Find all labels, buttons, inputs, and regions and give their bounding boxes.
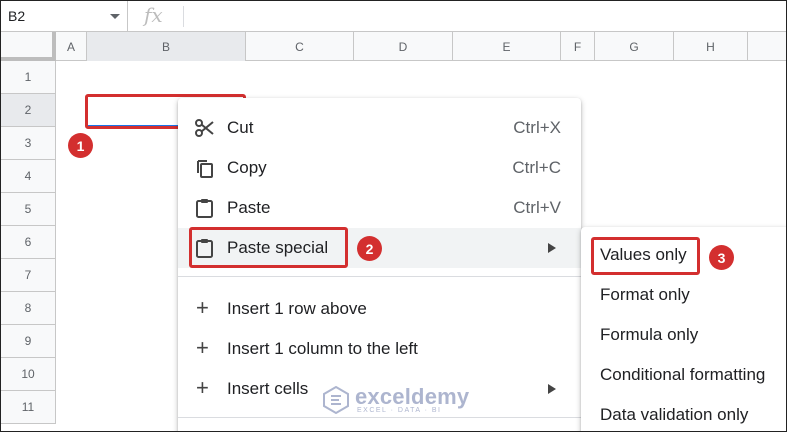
row-header-10[interactable]: 10 [1, 358, 56, 391]
menu-item-label: Copy [227, 158, 267, 177]
submenu-item-label: Format only [600, 285, 690, 304]
submenu-item-format-only[interactable]: Format only [581, 275, 786, 315]
step-3-highlight-box [591, 237, 700, 275]
plus-icon: + [196, 295, 209, 320]
spreadsheet-window: B2 fx A B C D E F G H 1 2 3 4 5 6 7 8 9 … [0, 0, 787, 432]
submenu-item-label: Formula only [600, 325, 699, 344]
submenu-item-label: Data validation only [600, 405, 749, 424]
row-header-6[interactable]: 6 [1, 226, 56, 259]
copy-icon [197, 160, 213, 178]
column-header-a[interactable]: A [56, 32, 87, 61]
formula-divider [183, 6, 184, 27]
plus-icon: + [196, 335, 209, 360]
scissors-icon [195, 119, 214, 137]
exceldemy-watermark: exceldemy EXCEL · DATA · BI [319, 383, 469, 417]
name-box-value: B2 [8, 8, 26, 24]
step-2-badge: 2 [357, 236, 382, 261]
row-header-1[interactable]: 1 [1, 61, 56, 94]
step-3-badge: 3 [709, 245, 734, 270]
row-header-9[interactable]: 9 [1, 325, 56, 358]
menu-item-label: Cut [227, 118, 254, 137]
column-header-row: A B C D E F G H [1, 32, 786, 61]
row-header-8[interactable]: 8 [1, 292, 56, 325]
plus-icon: + [196, 375, 209, 400]
menu-item-shortcut: Ctrl+C [512, 158, 561, 177]
watermark-tagline: EXCEL · DATA · BI [357, 407, 442, 414]
column-header-c[interactable]: C [246, 32, 354, 61]
row-header-3[interactable]: 3 [1, 127, 56, 160]
column-header-b[interactable]: B [87, 32, 246, 61]
menu-item-copy[interactable]: Copy Ctrl+C [178, 148, 581, 188]
row-header-4[interactable]: 4 [1, 160, 56, 193]
column-header-f[interactable]: F [561, 32, 595, 61]
submenu-arrow-icon [548, 384, 556, 394]
column-header-h[interactable]: H [674, 32, 748, 61]
menu-separator [178, 417, 581, 418]
submenu-item-label: Conditional formatting [600, 365, 766, 384]
row-header-2[interactable]: 2 [1, 94, 56, 127]
menu-separator [178, 276, 581, 277]
column-header-next[interactable] [748, 32, 786, 61]
submenu-item-formula-only[interactable]: Formula only [581, 315, 786, 355]
step-2-highlight-box [189, 227, 348, 268]
formula-bar: B2 fx [1, 1, 786, 32]
name-box[interactable]: B2 [1, 1, 128, 32]
submenu-item-data-validation-only[interactable]: Data validation only [581, 395, 786, 431]
menu-item-shortcut: Ctrl+V [513, 198, 561, 217]
menu-item-label: Insert 1 column to the left [227, 339, 418, 358]
submenu-item-conditional-formatting[interactable]: Conditional formatting [581, 355, 786, 395]
exceldemy-logo-icon [323, 386, 349, 414]
menu-item-label: Insert cells [227, 379, 309, 398]
row-header-5[interactable]: 5 [1, 193, 56, 226]
row-header-11[interactable]: 11 [1, 391, 56, 424]
clipboard-icon [196, 199, 213, 218]
row-header-7[interactable]: 7 [1, 259, 56, 292]
chevron-down-icon[interactable] [110, 14, 120, 19]
menu-item-insert-row-above[interactable]: + Insert 1 row above [178, 289, 581, 329]
submenu-arrow-icon [548, 243, 556, 253]
menu-item-paste[interactable]: Paste Ctrl+V [178, 188, 581, 228]
menu-item-label: Paste [227, 198, 271, 217]
menu-item-cut[interactable]: Cut Ctrl+X [178, 108, 581, 148]
select-all-corner[interactable] [1, 32, 56, 61]
column-header-d[interactable]: D [354, 32, 453, 61]
fx-icon: fx [144, 3, 163, 27]
menu-item-insert-column-left[interactable]: + Insert 1 column to the left [178, 329, 581, 369]
step-1-badge: 1 [68, 133, 93, 158]
menu-item-label: Insert 1 row above [227, 299, 367, 318]
column-header-e[interactable]: E [453, 32, 561, 61]
column-header-g[interactable]: G [595, 32, 674, 61]
menu-item-shortcut: Ctrl+X [513, 118, 561, 137]
